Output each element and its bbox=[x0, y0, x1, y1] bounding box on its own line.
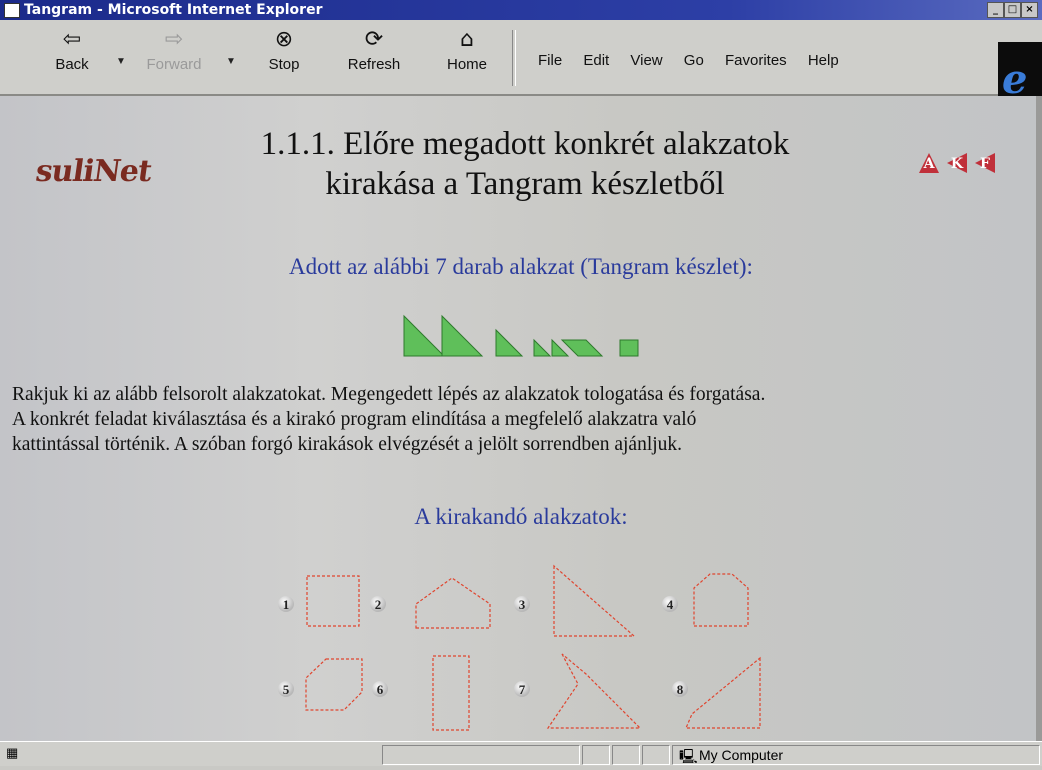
title-bar: Tangram - Microsoft Internet Explorer _ … bbox=[0, 0, 1042, 20]
zone-panel: 🖳 My Computer bbox=[672, 745, 1040, 765]
large-triangle-piece bbox=[441, 314, 484, 357]
shape-number-badge: 3 bbox=[514, 596, 530, 612]
square-piece bbox=[619, 339, 639, 357]
nav-icon-a[interactable]: A bbox=[918, 152, 940, 174]
medium-triangle-piece bbox=[495, 328, 524, 357]
status-panel bbox=[612, 745, 640, 765]
shape-number-badge: 6 bbox=[372, 681, 388, 697]
toolbar: ⇦ Back ▼ ⇨ Forward ▼ ⊗ Stop ⟳ Refresh ⌂ … bbox=[0, 20, 1042, 110]
forward-arrow-icon: ⇨ bbox=[164, 27, 184, 52]
page-content: suliNet 1.1.1. Előre megadott konkrét al… bbox=[0, 96, 1042, 741]
home-label: Home bbox=[446, 56, 487, 73]
back-dropdown-icon[interactable]: ▼ bbox=[116, 56, 126, 67]
refresh-button[interactable]: ⟳ Refresh bbox=[342, 24, 406, 88]
shape-3-triangle[interactable] bbox=[553, 564, 636, 637]
parallelogram-piece bbox=[560, 339, 604, 357]
shape-number-badge: 1 bbox=[278, 596, 294, 612]
shape-8-triangle[interactable] bbox=[685, 656, 761, 729]
status-panel bbox=[382, 745, 580, 765]
shape-number-badge: 5 bbox=[278, 681, 294, 697]
back-arrow-icon: ⇦ bbox=[62, 27, 82, 52]
stop-label: Stop bbox=[268, 56, 300, 73]
menu-go[interactable]: Go bbox=[684, 52, 704, 69]
shapes-heading: A kirakandó alakzatok: bbox=[414, 504, 628, 529]
svg-text:5: 5 bbox=[283, 682, 290, 697]
maximize-button[interactable]: □ bbox=[1004, 2, 1021, 18]
svg-text:1: 1 bbox=[283, 597, 290, 612]
tangram-set-caption: Adott az alábbi 7 darab alakzat (Tangram… bbox=[289, 254, 753, 279]
instructions-line: kattintással történik. A szóban forgó ki… bbox=[12, 434, 683, 455]
forward-dropdown-icon[interactable]: ▼ bbox=[226, 56, 236, 67]
menu-view[interactable]: View bbox=[630, 52, 662, 69]
shape-number-badge: 4 bbox=[662, 596, 678, 612]
nav-icon-f[interactable]: F bbox=[974, 152, 996, 174]
tangram-pieces bbox=[403, 314, 639, 357]
svg-text:2: 2 bbox=[375, 597, 382, 612]
minimize-button[interactable]: _ bbox=[987, 2, 1004, 18]
page-title-line2: kirakása a Tangram készletből bbox=[325, 166, 725, 202]
back-label: Back bbox=[55, 56, 89, 73]
small-triangle-piece bbox=[533, 338, 552, 357]
instructions-paragraph: Rakjuk ki az alább felsorolt alakzatokat… bbox=[12, 382, 1032, 457]
target-shapes-grid: 1 2 3 4 5 6 7 8 bbox=[278, 564, 761, 731]
home-button[interactable]: ⌂ Home bbox=[435, 24, 499, 88]
shape-7-figure[interactable] bbox=[546, 653, 642, 729]
window-title: Tangram - Microsoft Internet Explorer bbox=[24, 2, 323, 18]
shape-1-square[interactable] bbox=[306, 575, 360, 627]
logo-text: suliNet bbox=[33, 154, 154, 189]
menu-file[interactable]: File bbox=[538, 52, 562, 69]
menu-help[interactable]: Help bbox=[808, 52, 839, 69]
shape-2-pentagon[interactable] bbox=[415, 577, 491, 629]
menu-favorites[interactable]: Favorites bbox=[725, 52, 787, 69]
back-button[interactable]: ⇦ Back bbox=[40, 24, 104, 88]
svg-text:8: 8 bbox=[677, 682, 684, 697]
shape-number-badge: 7 bbox=[514, 681, 530, 697]
status-panel bbox=[642, 745, 670, 765]
zone-label: My Computer bbox=[699, 747, 784, 763]
forward-label: Forward bbox=[146, 56, 202, 73]
home-icon: ⌂ bbox=[460, 27, 474, 52]
large-triangle-piece bbox=[403, 314, 446, 357]
vertical-scrollbar[interactable] bbox=[1036, 96, 1042, 741]
page-title-line1: 1.1.1. Előre megadott konkrét alakzatok bbox=[260, 126, 790, 162]
status-bar: ▦ 🖳 My Computer bbox=[0, 741, 1042, 766]
page-title: 1.1.1. Előre megadott konkrét alakzatok … bbox=[200, 124, 850, 204]
status-panel bbox=[582, 745, 610, 765]
svg-text:6: 6 bbox=[377, 682, 384, 697]
shape-4-octagon[interactable] bbox=[693, 573, 749, 627]
page-status-icon: ▦ bbox=[6, 745, 19, 760]
menu-edit[interactable]: Edit bbox=[583, 52, 609, 69]
shape-number-badge: 8 bbox=[672, 681, 688, 697]
instructions-line: A konkrét feladat kiválasztása és a kira… bbox=[12, 409, 697, 430]
stop-button[interactable]: ⊗ Stop bbox=[252, 24, 316, 88]
close-button[interactable]: × bbox=[1021, 2, 1038, 18]
shape-6-rectangle[interactable] bbox=[432, 655, 470, 731]
svg-text:7: 7 bbox=[519, 682, 526, 697]
forward-button[interactable]: ⇨ Forward bbox=[142, 24, 206, 88]
refresh-icon: ⟳ bbox=[364, 27, 384, 52]
nav-icon-k[interactable]: K bbox=[946, 152, 968, 174]
instructions-line: Rakjuk ki az alább felsorolt alakzatokat… bbox=[12, 384, 766, 405]
shape-number-badge: 2 bbox=[370, 596, 386, 612]
sulinet-logo[interactable]: suliNet bbox=[34, 154, 154, 189]
shape-5-hexagon[interactable] bbox=[305, 658, 363, 711]
computer-icon: 🖳 bbox=[679, 748, 698, 764]
stop-icon: ⊗ bbox=[274, 27, 294, 52]
refresh-label: Refresh bbox=[347, 56, 401, 73]
menu-bar: File Edit View Go Favorites Help bbox=[538, 52, 856, 69]
toolbar-separator bbox=[512, 30, 516, 86]
svg-text:3: 3 bbox=[519, 597, 526, 612]
svg-text:4: 4 bbox=[667, 597, 674, 612]
ie-window-icon[interactable] bbox=[4, 3, 20, 18]
